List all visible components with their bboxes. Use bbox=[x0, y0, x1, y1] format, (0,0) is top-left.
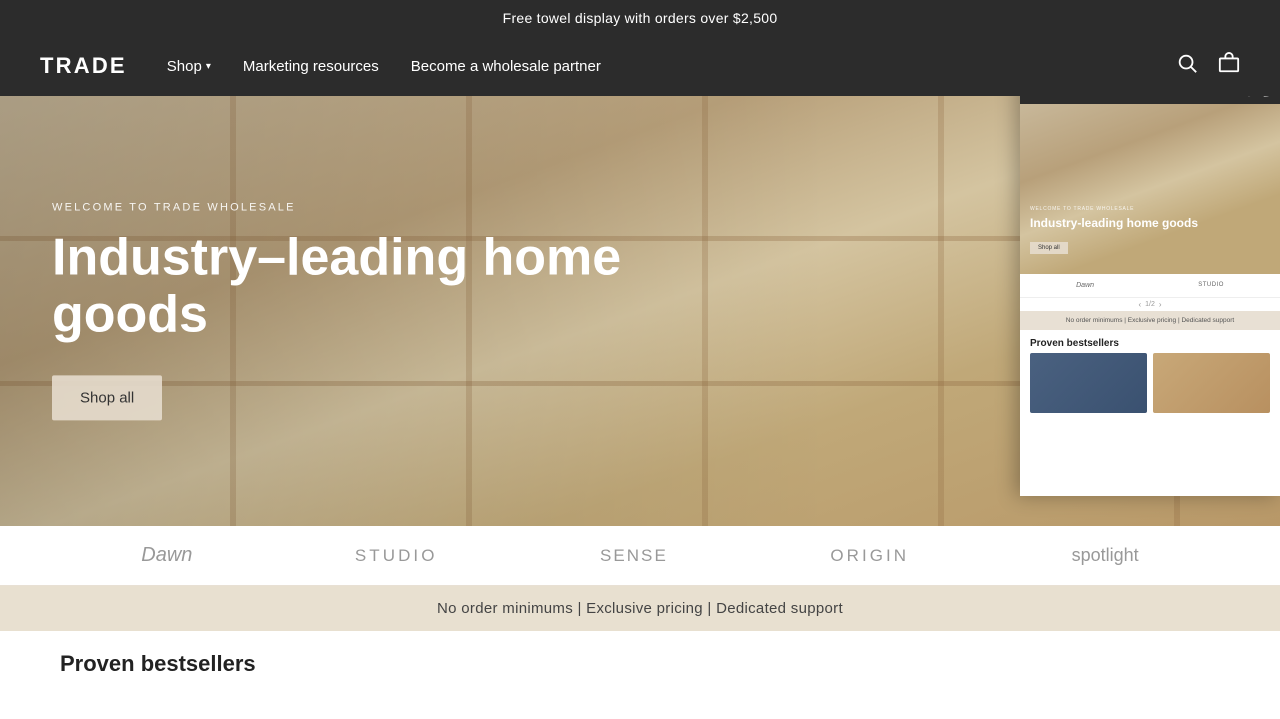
logo[interactable]: TRADE bbox=[40, 53, 127, 79]
mockup-hamburger-icon[interactable]: ☰ bbox=[1030, 96, 1039, 98]
mockup-hero-subtitle: WELCOME TO TRADE WHOLESALE bbox=[1030, 206, 1198, 212]
announcement-bar: Free towel display with orders over $2,5… bbox=[0, 0, 1280, 36]
mockup-hero-title: Industry-leading home goods bbox=[1030, 216, 1198, 230]
bottom-section: Proven bestsellers bbox=[0, 631, 1280, 677]
mockup-page-indicator: 1/2 bbox=[1145, 301, 1155, 308]
brand-spotlight[interactable]: spotlight bbox=[1072, 545, 1139, 566]
mockup-section-title: Proven bestsellers bbox=[1020, 330, 1280, 353]
mockup-header: ☰ TRADE 🔍 🛍 bbox=[1020, 96, 1280, 104]
main-nav: Shop ▾ Marketing resources Become a whol… bbox=[167, 58, 1176, 75]
nav-item-marketing[interactable]: Marketing resources bbox=[243, 58, 379, 75]
mockup-search-icon[interactable]: 🔍 bbox=[1239, 96, 1251, 98]
mockup-products bbox=[1020, 353, 1280, 413]
search-icon[interactable] bbox=[1176, 52, 1198, 80]
nav-item-wholesale[interactable]: Become a wholesale partner bbox=[411, 58, 601, 75]
header-icons bbox=[1176, 52, 1240, 80]
hero-content: WELCOME TO TRADE WHOLESALE Industry–lead… bbox=[52, 201, 632, 420]
mockup-product-1[interactable] bbox=[1030, 353, 1147, 413]
mockup-perks: No order minimums | Exclusive pricing | … bbox=[1020, 311, 1280, 330]
perks-text: No order minimums | Exclusive pricing | … bbox=[437, 600, 843, 617]
perks-bar: No order minimums | Exclusive pricing | … bbox=[0, 586, 1280, 631]
brands-bar: Dawn STUDIO SENSE ORIGIN spotlight bbox=[0, 526, 1280, 586]
mockup-logo: TRADE bbox=[1121, 96, 1157, 98]
mockup-hero: WELCOME TO TRADE WHOLESALE Industry-lead… bbox=[1020, 104, 1280, 274]
hero-title: Industry–leading home goods bbox=[52, 229, 632, 343]
mockup-nav-arrows: ‹ 1/2 › bbox=[1020, 298, 1280, 311]
mobile-mockup: Free towel display with orders over $2,5… bbox=[1020, 96, 1280, 496]
mockup-product-2[interactable] bbox=[1153, 353, 1270, 413]
hero-cta-button[interactable]: Shop all bbox=[52, 376, 162, 421]
mockup-next-icon[interactable]: › bbox=[1159, 300, 1162, 309]
mockup-cart-icon[interactable]: 🛍 bbox=[1257, 96, 1270, 98]
cart-icon[interactable] bbox=[1218, 52, 1240, 80]
mockup-header-icons: 🔍 🛍 bbox=[1239, 96, 1270, 98]
proven-bestsellers-title: Proven bestsellers bbox=[60, 651, 256, 676]
mockup-brand-dawn: Dawn bbox=[1076, 282, 1094, 289]
brand-dawn[interactable]: Dawn bbox=[141, 544, 192, 567]
announcement-text: Free towel display with orders over $2,5… bbox=[503, 10, 778, 26]
mockup-brands: Dawn STUDIO bbox=[1020, 274, 1280, 298]
brand-studio[interactable]: STUDIO bbox=[355, 546, 438, 566]
mockup-prev-icon[interactable]: ‹ bbox=[1138, 300, 1141, 309]
header: TRADE Shop ▾ Marketing resources Become … bbox=[0, 36, 1280, 96]
chevron-down-icon: ▾ bbox=[206, 61, 211, 72]
hero-section: WELCOME TO TRADE WHOLESALE Industry–lead… bbox=[0, 96, 1280, 526]
mockup-hero-content: WELCOME TO TRADE WHOLESALE Industry-lead… bbox=[1030, 206, 1198, 254]
brand-origin[interactable]: ORIGIN bbox=[830, 546, 909, 566]
brand-sense[interactable]: SENSE bbox=[600, 546, 668, 566]
mockup-brand-studio: STUDIO bbox=[1198, 282, 1224, 289]
mockup-hero-cta[interactable]: Shop all bbox=[1030, 242, 1068, 254]
mockup-inner: Free towel display with orders over $2,5… bbox=[1020, 96, 1280, 496]
nav-item-shop[interactable]: Shop ▾ bbox=[167, 58, 211, 75]
hero-subtitle: WELCOME TO TRADE WHOLESALE bbox=[52, 201, 632, 213]
